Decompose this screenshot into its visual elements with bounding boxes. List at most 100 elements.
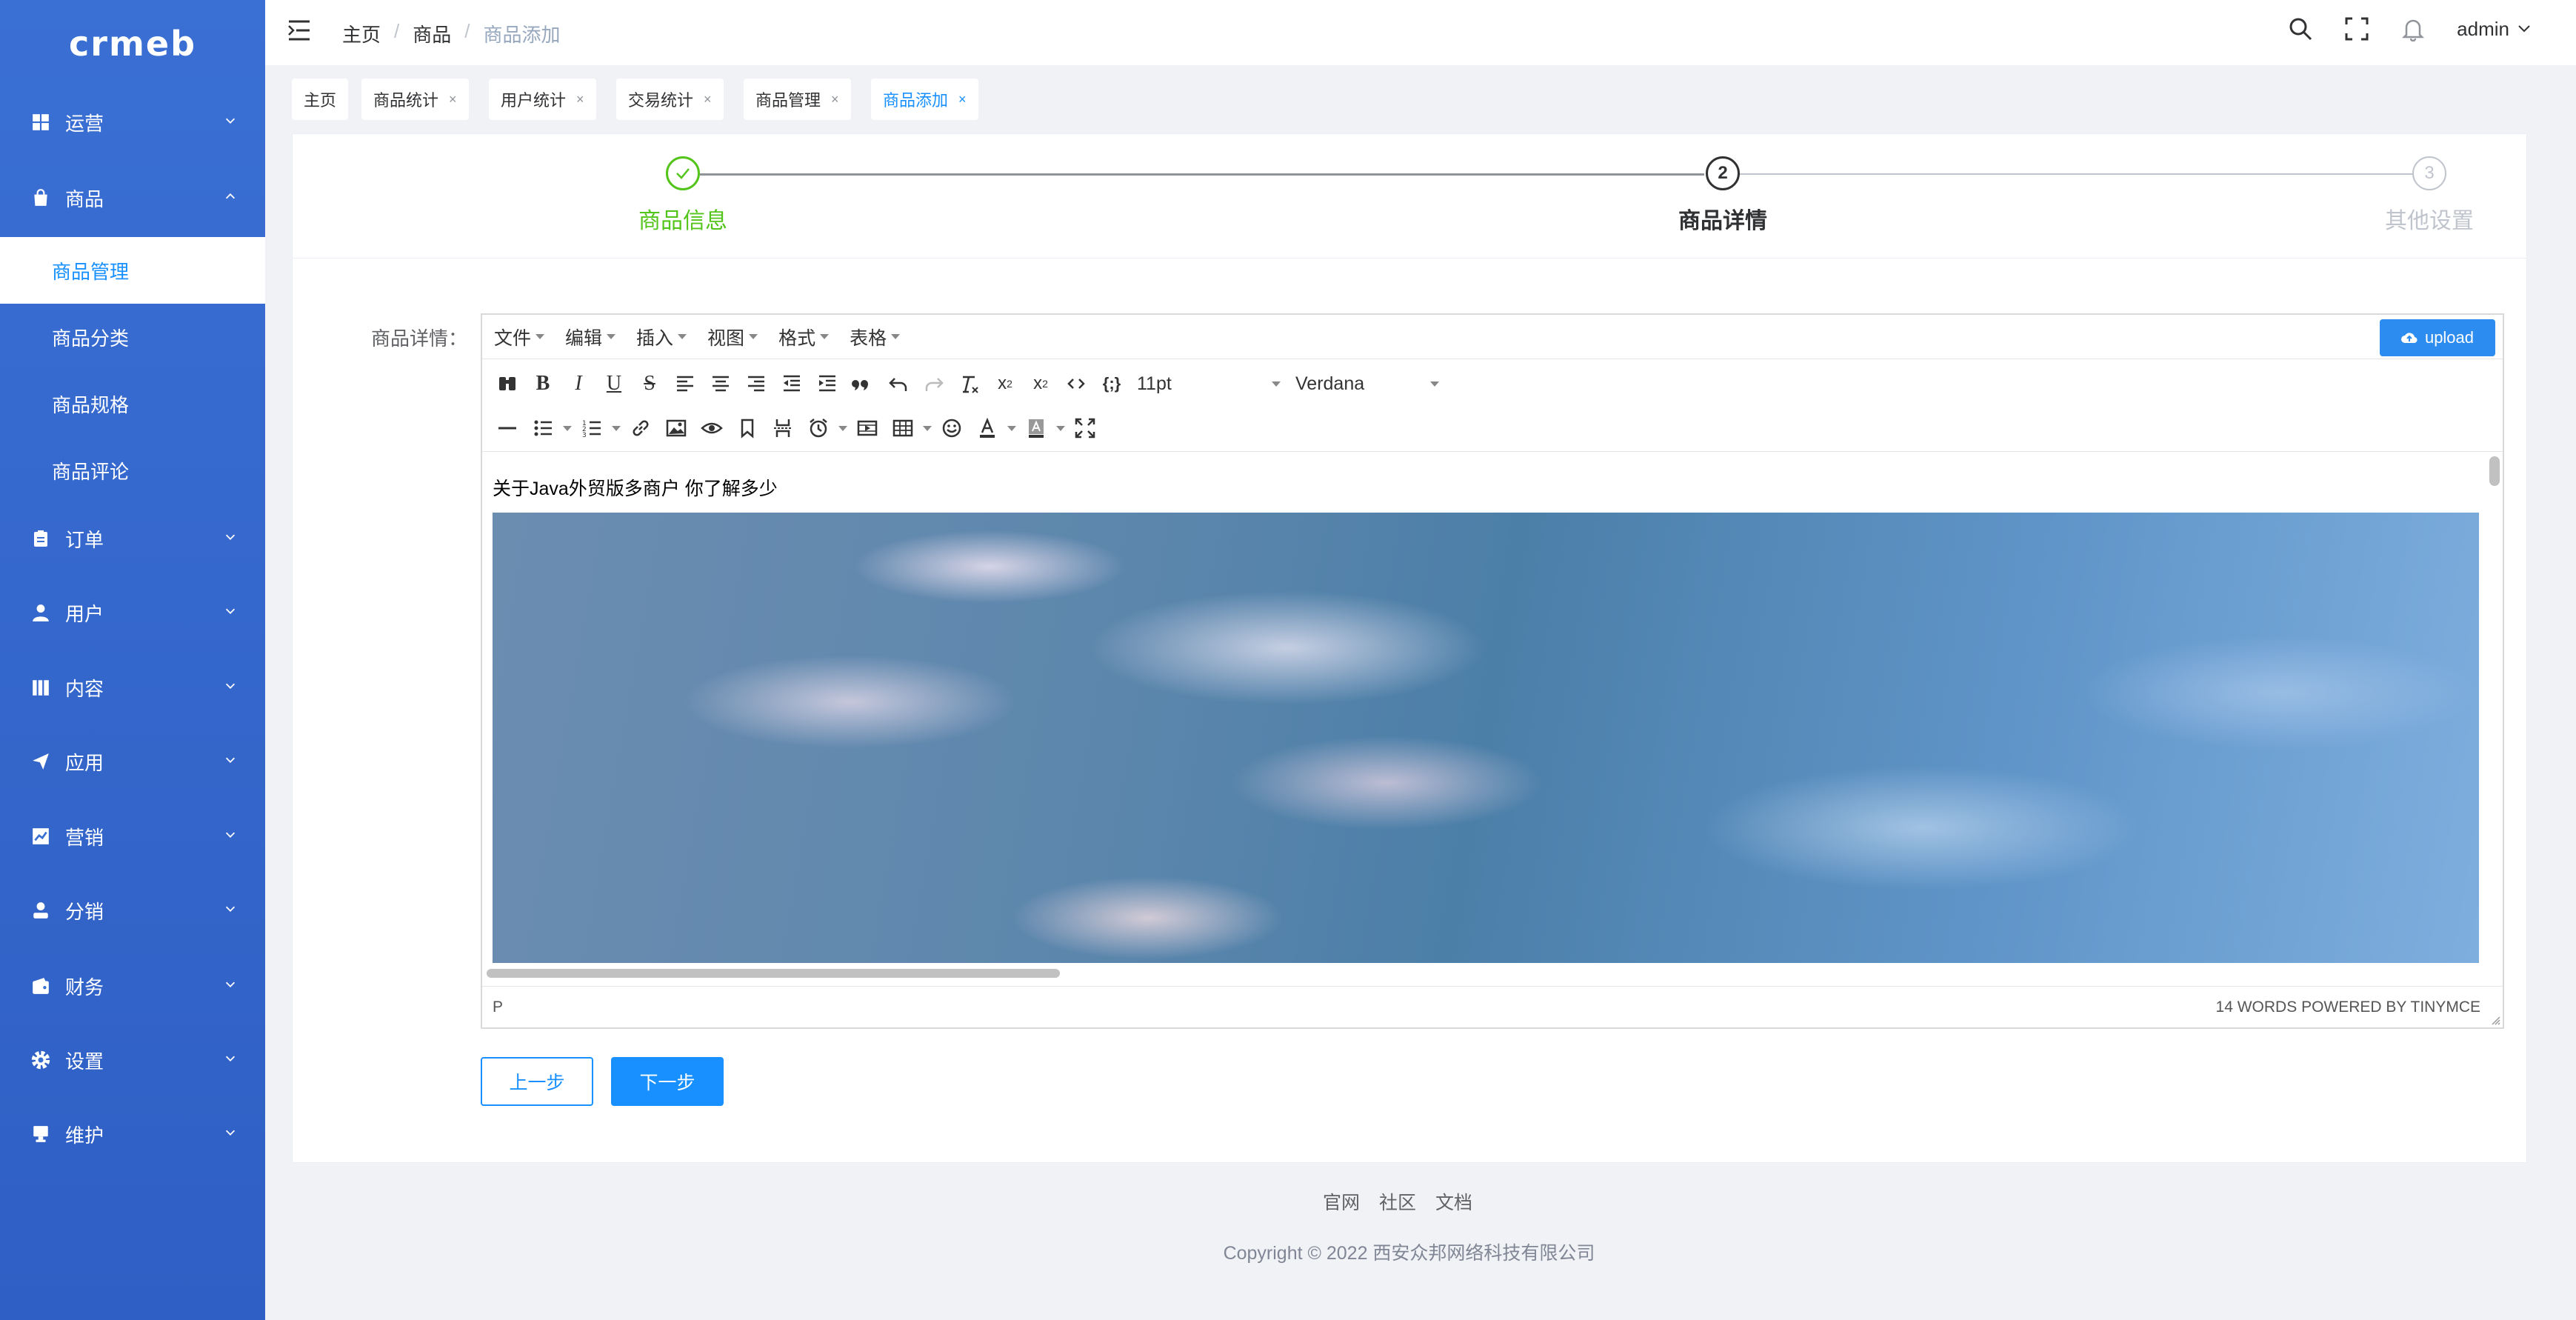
link-icon[interactable] xyxy=(623,410,658,446)
menu-item-app[interactable]: 应用 xyxy=(0,728,265,795)
submenu-item-product-review[interactable]: 商品评论 xyxy=(0,437,265,504)
resize-handle-icon[interactable] xyxy=(2489,1014,2501,1026)
preview-eye-icon[interactable] xyxy=(694,410,730,446)
bold-icon[interactable]: B xyxy=(525,366,561,401)
code-sample-icon[interactable]: {;} xyxy=(1094,366,1129,401)
book-icon xyxy=(30,676,52,699)
horizontal-rule-icon[interactable] xyxy=(490,410,525,446)
menu-item-operation[interactable]: 运营 xyxy=(0,89,265,156)
close-icon[interactable]: × xyxy=(831,92,839,107)
tag-trade-stats[interactable]: 交易统计 × xyxy=(616,79,724,120)
breadcrumb-product[interactable]: 商品 xyxy=(413,20,451,47)
tag-user-stats[interactable]: 用户统计 × xyxy=(489,79,596,120)
menu-view[interactable]: 视图 xyxy=(707,324,758,350)
menu-item-user[interactable]: 用户 xyxy=(0,579,265,646)
horizontal-scrollbar[interactable] xyxy=(487,969,1060,978)
menu-insert[interactable]: 插入 xyxy=(636,324,687,350)
menu-item-maintain[interactable]: 维护 xyxy=(0,1101,265,1167)
menu-item-content[interactable]: 内容 xyxy=(0,654,265,721)
code-icon[interactable] xyxy=(1058,366,1094,401)
menu-item-order[interactable]: 订单 xyxy=(0,505,265,572)
menu-file[interactable]: 文件 xyxy=(494,324,545,350)
submenu-item-product-spec[interactable]: 商品规格 xyxy=(0,370,265,437)
breadcrumb-home[interactable]: 主页 xyxy=(342,20,381,47)
bullet-list-icon[interactable] xyxy=(525,410,561,446)
tag-product-manage[interactable]: 商品管理 × xyxy=(744,79,851,120)
menu-format[interactable]: 格式 xyxy=(778,324,830,350)
caret-down-icon[interactable] xyxy=(1005,425,1018,431)
tag-product-stats[interactable]: 商品统计 × xyxy=(361,79,469,120)
fullscreen-icon[interactable] xyxy=(2344,16,2369,41)
menu-table[interactable]: 表格 xyxy=(850,324,901,350)
close-icon[interactable]: × xyxy=(958,92,967,107)
table-icon[interactable] xyxy=(885,410,921,446)
emoticons-icon[interactable] xyxy=(934,410,970,446)
footer-link-official[interactable]: 官网 xyxy=(1323,1188,1360,1215)
footer-link-community[interactable]: 社区 xyxy=(1379,1188,1416,1215)
caret-down-icon[interactable] xyxy=(561,425,574,431)
subscript-icon[interactable]: x2 xyxy=(987,366,1023,401)
caret-down-icon[interactable] xyxy=(1054,425,1067,431)
caret-down-icon[interactable] xyxy=(921,425,934,431)
search-icon[interactable] xyxy=(2288,16,2313,41)
alarm-clock-icon[interactable] xyxy=(801,410,836,446)
submenu-item-product-manage[interactable]: 商品管理 xyxy=(0,237,265,304)
clear-format-icon[interactable] xyxy=(952,366,987,401)
tag-product-add[interactable]: 商品添加 × xyxy=(871,79,978,120)
content-image[interactable] xyxy=(493,513,2479,963)
menu-item-distribution[interactable]: 分销 xyxy=(0,877,265,944)
find-replace-icon[interactable] xyxy=(490,366,525,401)
vertical-scrollbar[interactable] xyxy=(2489,456,2500,486)
menu-edit[interactable]: 编辑 xyxy=(565,324,616,350)
menu-fold-icon[interactable] xyxy=(287,19,313,41)
content-heading[interactable]: 关于Java外贸版多商户 你了解多少 xyxy=(493,474,778,501)
menu-item-product[interactable]: 商品 xyxy=(0,164,265,231)
align-center-icon[interactable] xyxy=(703,366,738,401)
undo-icon[interactable] xyxy=(881,366,916,401)
bell-icon[interactable] xyxy=(2400,16,2426,41)
menu-item-marketing[interactable]: 营销 xyxy=(0,803,265,870)
close-icon[interactable]: × xyxy=(576,92,584,107)
prev-step-button[interactable]: 上一步 xyxy=(481,1057,593,1106)
media-icon[interactable] xyxy=(850,410,885,446)
close-icon[interactable]: × xyxy=(704,92,712,107)
align-left-icon[interactable] xyxy=(667,366,703,401)
font-size-select[interactable]: 11pt xyxy=(1129,366,1288,401)
page-break-icon[interactable] xyxy=(765,410,801,446)
redo-icon[interactable] xyxy=(916,366,952,401)
caret-down-icon[interactable] xyxy=(836,425,850,431)
outdent-icon[interactable] xyxy=(774,366,810,401)
user-dropdown[interactable]: admin xyxy=(2457,18,2532,41)
image-icon[interactable] xyxy=(658,410,694,446)
breadcrumb-separator: / xyxy=(394,20,400,42)
editor-content-area[interactable]: 关于Java外贸版多商户 你了解多少 xyxy=(482,451,2503,983)
bookmark-icon[interactable] xyxy=(730,410,765,446)
italic-icon[interactable]: I xyxy=(561,366,596,401)
menu-item-settings[interactable]: 设置 xyxy=(0,1027,265,1093)
numbered-list-icon[interactable]: 123 xyxy=(574,410,610,446)
text-color-icon[interactable] xyxy=(970,410,1005,446)
background-color-icon[interactable] xyxy=(1018,410,1054,446)
indent-icon[interactable] xyxy=(810,366,845,401)
breadcrumb-separator: / xyxy=(464,20,470,42)
footer-link-docs[interactable]: 文档 xyxy=(1435,1188,1472,1215)
superscript-icon[interactable]: x2 xyxy=(1023,366,1058,401)
upload-button[interactable]: upload xyxy=(2380,319,2495,356)
element-path[interactable]: P xyxy=(493,999,503,1016)
logo[interactable]: crmeb xyxy=(0,0,265,87)
menu-item-finance[interactable]: 财务 xyxy=(0,953,265,1019)
step-1-check-icon xyxy=(666,156,700,190)
tag-home[interactable]: 主页 xyxy=(292,79,349,120)
strikethrough-icon[interactable]: S xyxy=(632,366,667,401)
blockquote-icon[interactable] xyxy=(845,366,881,401)
align-right-icon[interactable] xyxy=(738,366,774,401)
fullscreen-editor-icon[interactable] xyxy=(1067,410,1103,446)
font-family-select[interactable]: Verdana xyxy=(1288,366,1447,401)
caret-down-icon[interactable] xyxy=(610,425,623,431)
submenu-item-product-category[interactable]: 商品分类 xyxy=(0,304,265,370)
chevron-down-icon xyxy=(225,981,236,987)
underline-icon[interactable]: U xyxy=(596,366,632,401)
next-step-button[interactable]: 下一步 xyxy=(611,1057,724,1106)
close-icon[interactable]: × xyxy=(449,92,457,107)
chevron-down-icon xyxy=(225,832,236,838)
